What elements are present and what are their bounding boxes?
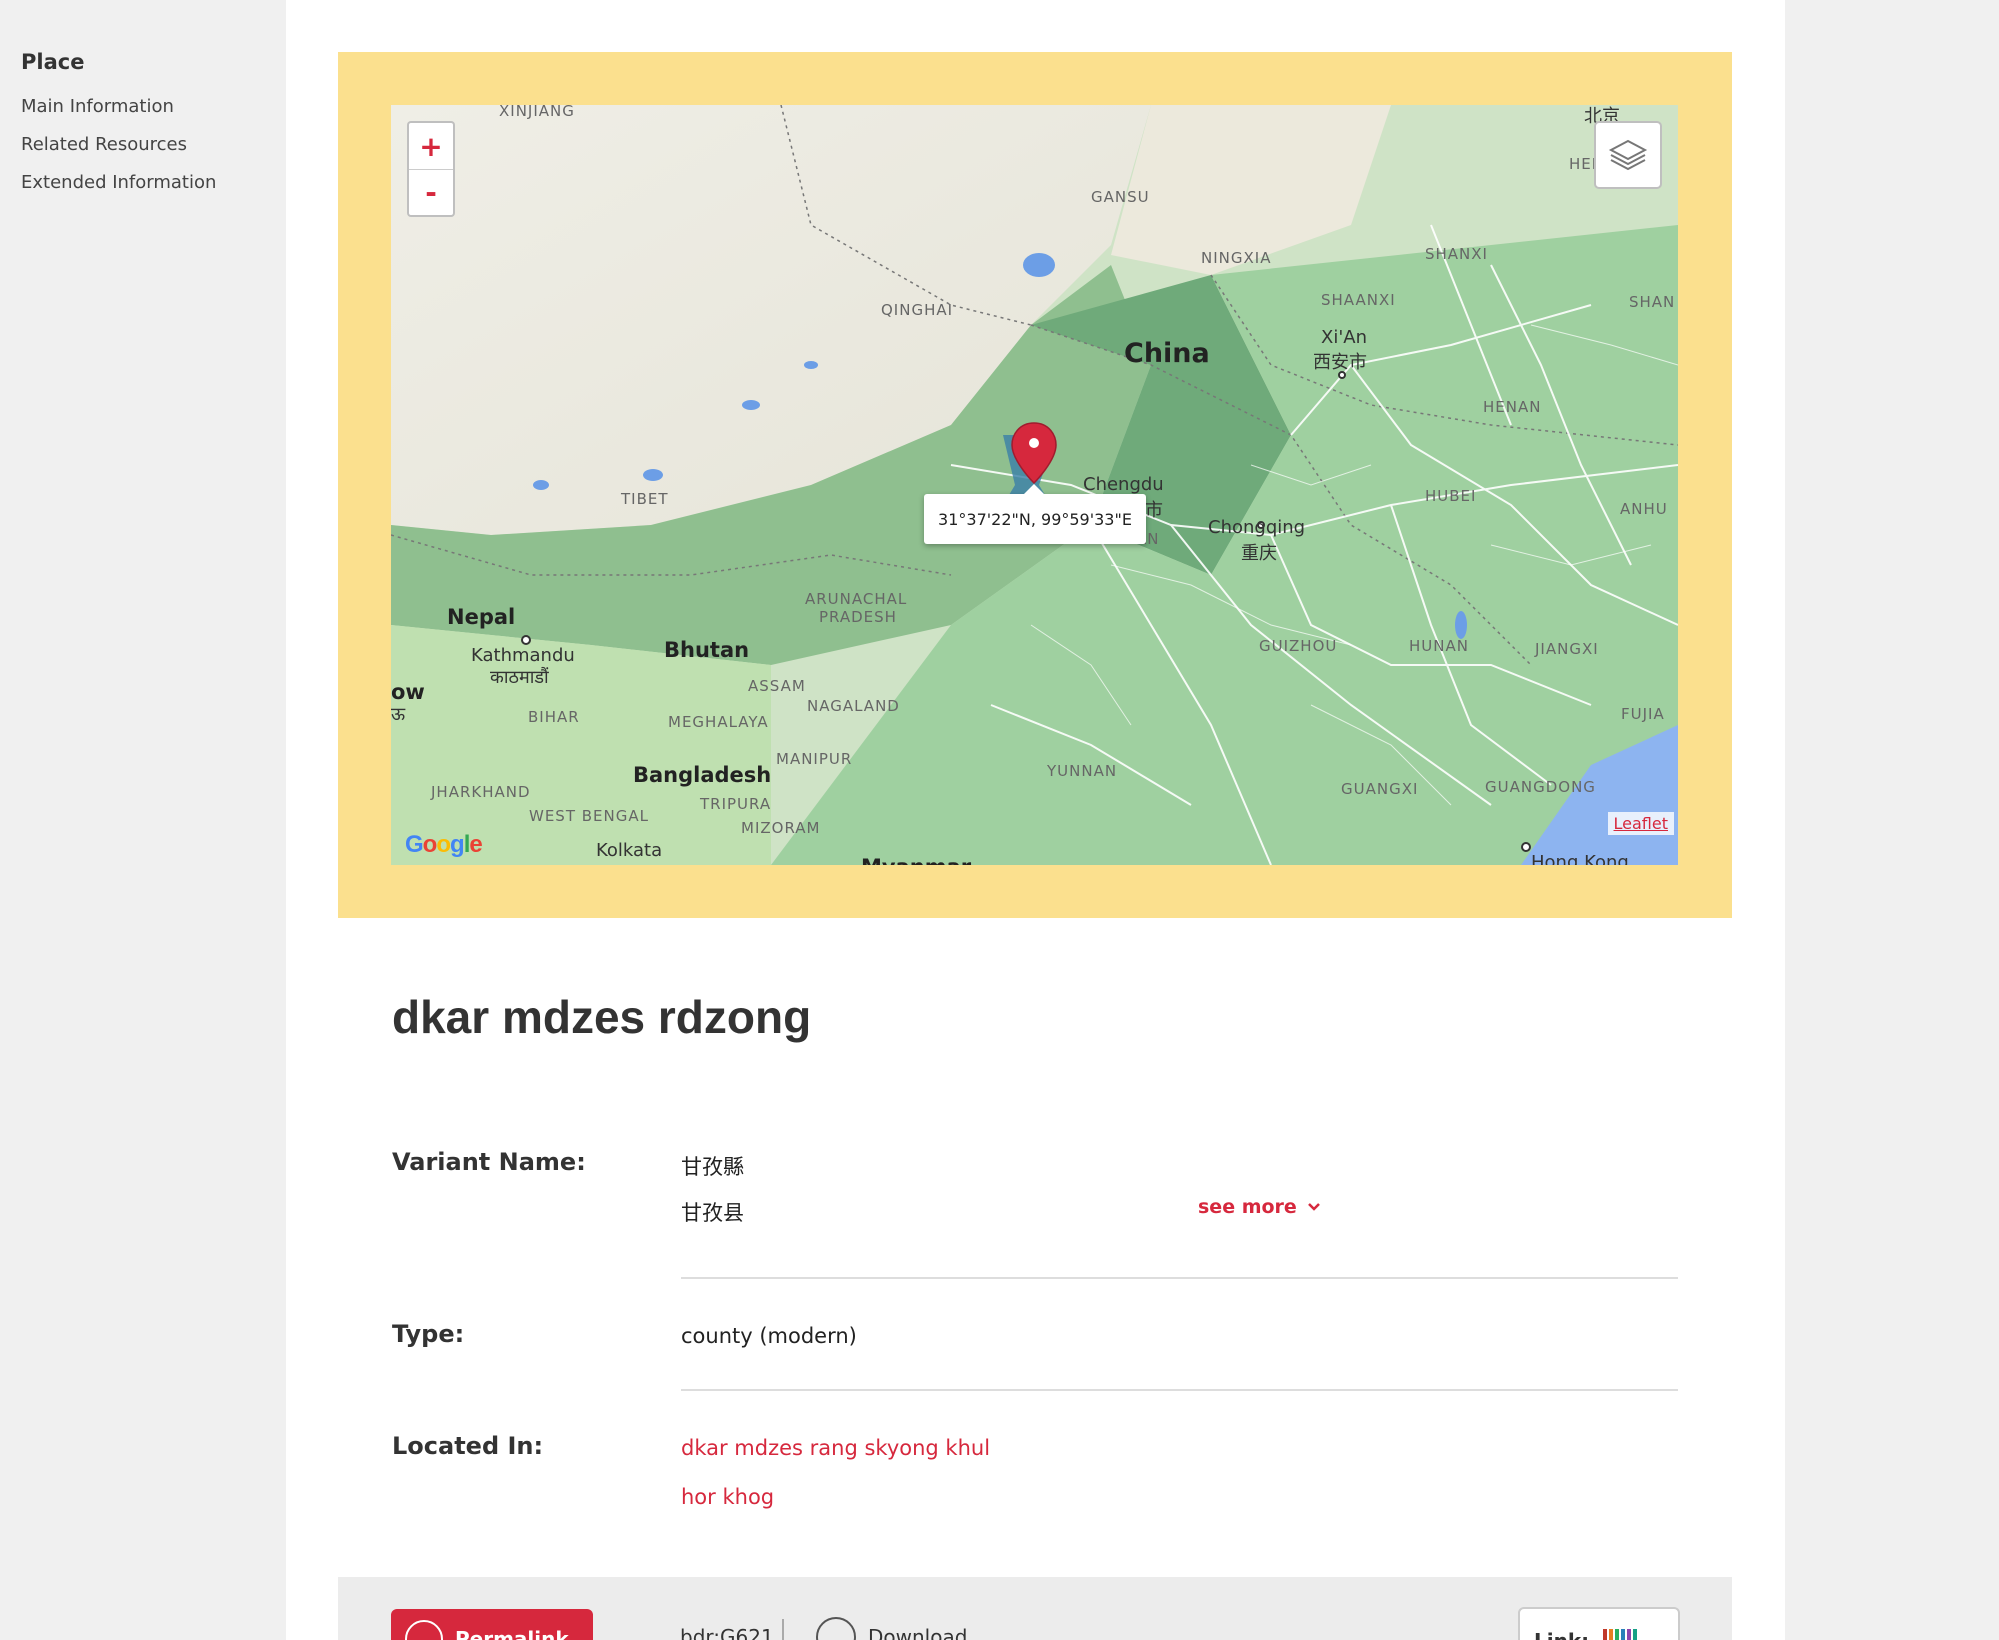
sidebar-nav: Place Main Information Related Resources… [21,50,281,202]
map-label-ningxia: NINGXIA [1201,249,1272,267]
map-label-qinghai: QINGHAI [881,301,954,319]
download-label: Download [868,1625,968,1640]
divider [681,1389,1678,1391]
map-label-guangxi: GUANGXI [1341,780,1419,798]
resource-id: bdr:G621 [680,1625,774,1640]
download-icon [816,1617,856,1640]
main-panel: XINJIANG 北京 HEBEI GANSU NINGXIA SHANXI S… [286,0,1785,1640]
link-label: Link: [1534,1629,1589,1640]
map-label-hubei: HUBEI [1425,487,1477,505]
map-label-nagaland: NAGALAND [807,697,900,715]
map-label-bhutan: Bhutan [664,638,750,662]
map-label-hunan: HUNAN [1409,637,1469,655]
map-label-ow: ow [391,680,425,704]
see-more-button[interactable]: see more [1198,1196,1321,1218]
coordinates-popup: 31°37'22"N, 99°59'33"E [924,484,1146,544]
sidebar-item-related-resources[interactable]: Related Resources [21,126,281,164]
type-label: Type: [392,1320,465,1348]
map-label-shaanxi: SHAANXI [1321,291,1396,309]
map-label-manipur: MANIPUR [776,750,853,768]
map-label-kathmandu: Kathmandu [471,645,575,666]
divider [681,1277,1678,1279]
map-label-tripura: TRIPURA [700,795,772,813]
map-label-hong-kong: Hong Kong [1531,852,1629,865]
sidebar-item-main-information[interactable]: Main Information [21,88,281,126]
zoom-control: + - [407,121,455,217]
map-label-chengdu-cjk: 市 [1145,500,1163,521]
map-label-xinjiang: XINJIANG [499,105,575,120]
sidebar-item-extended-information[interactable]: Extended Information [21,164,281,202]
separator [782,1619,784,1640]
map-label-xian: Xi'An [1321,327,1368,348]
zoom-in-button[interactable]: + [409,123,453,169]
located-in-link-2[interactable]: hor khog [681,1485,774,1509]
see-more-label: see more [1198,1196,1297,1218]
map-label-guizhou: GUIZHOU [1259,637,1338,655]
map-label-jiangxi: JIANGXI [1535,640,1599,658]
external-link-box[interactable]: Link: [1518,1607,1680,1640]
map-label-pradesh: PRADESH [819,608,897,626]
map-label-nepal: Nepal [447,605,516,629]
resource-footer-bar: Permalink bdr:G621 Download Link: [338,1577,1732,1640]
map-label-guangdong: GUANGDONG [1485,778,1596,796]
map-label-china: China [1124,338,1210,369]
barcode-bar [1603,1629,1608,1640]
map-label-myanmar: Myanmar [861,855,971,865]
map-label-west-bengal: WEST BENGAL [529,807,649,825]
map-label-kathmandu-local: काठमाडौं [490,667,549,688]
map-label-jharkhand: JHARKHAND [431,783,531,801]
map-label-henan: HENAN [1483,398,1542,416]
type-value: county (modern) [681,1324,857,1348]
map-label-shanxi: SHANXI [1425,245,1488,263]
page-title: dkar mdzes rdzong [392,991,812,1043]
map-label-fujian: FUJIA [1621,705,1665,723]
map-label-assam: ASSAM [748,677,806,695]
barcode-bar [1633,1629,1638,1640]
map-label-yunnan: YUNNAN [1047,762,1118,780]
sidebar-heading: Place [21,50,85,74]
variant-name-value-1: 甘孜縣 [681,1155,744,1179]
variant-name-value-2: 甘孜县 [681,1201,744,1225]
map-label-mizoram: MIZORAM [741,819,821,837]
map-label-gansu: GANSU [1091,188,1150,206]
map-label-meghalaya: MEGHALAYA [668,713,769,731]
zoom-out-button[interactable]: - [409,169,453,215]
layers-icon [1608,139,1648,171]
permalink-button[interactable]: Permalink [391,1609,593,1640]
located-in-label: Located In: [392,1432,544,1460]
link-icon [405,1620,443,1640]
variant-name-label: Variant Name: [392,1148,586,1176]
map-label-bihar: BIHAR [528,708,580,726]
map-label-chengdu: Chengdu [1083,474,1164,495]
located-in-link-1[interactable]: dkar mdzes rang skyong khul [681,1436,990,1460]
map-frame: XINJIANG 北京 HEBEI GANSU NINGXIA SHANXI S… [338,52,1732,918]
download-button[interactable]: Download [816,1617,967,1640]
barcode-bar [1615,1629,1620,1640]
leaflet-attribution-link[interactable]: Leaflet [1607,812,1674,835]
map-label-chongqing-cjk: 重庆 [1241,543,1277,564]
map-label-arunachal: ARUNACHAL [805,590,908,608]
permalink-label: Permalink [455,1627,569,1640]
layers-button[interactable] [1594,121,1662,189]
map-label-bangladesh: Bangladesh [633,763,772,787]
map-label-xian-cjk: 西安市 [1313,352,1367,373]
map-label-anhui: ANHU [1620,500,1668,518]
map-view[interactable]: XINJIANG 北京 HEBEI GANSU NINGXIA SHANXI S… [391,105,1678,865]
chevron-down-icon [1307,1203,1320,1211]
map-label-chongqing: Chongqing [1208,517,1306,538]
map-label-ow-local: ऊ [391,704,406,725]
barcode-bar [1627,1629,1632,1640]
map-label-kolkata: Kolkata [596,840,663,861]
barcode-bar [1609,1629,1614,1640]
google-logo: Google [405,831,483,858]
barcode-bar [1621,1629,1626,1640]
barcode-icon [1603,1629,1638,1640]
map-label-shan: SHAN [1629,293,1676,311]
map-label-tibet: TIBET [621,490,669,508]
